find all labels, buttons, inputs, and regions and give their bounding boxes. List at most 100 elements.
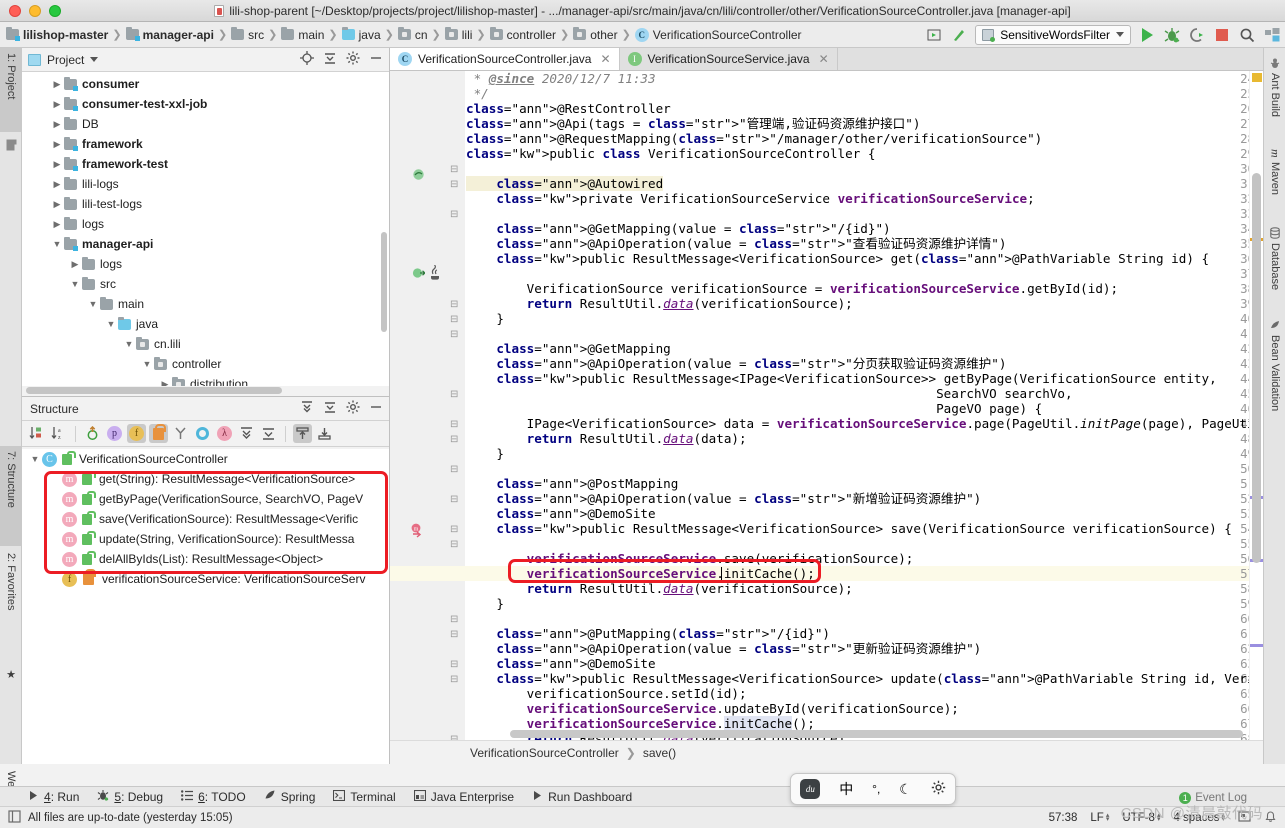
tree-item-controller[interactable]: ▼ controller (22, 354, 389, 374)
tool-window-bar[interactable]: 4: Run 5: Debug 6: TODO Spring Terminal (0, 786, 1285, 806)
project-vertical-scrollbar[interactable] (381, 232, 387, 332)
settings-icon[interactable] (346, 51, 360, 68)
collapse-all-icon[interactable] (323, 400, 337, 417)
breadcrumb-item-lili[interactable]: lili ❯ (444, 27, 490, 42)
breadcrumb-item-manager-api[interactable]: manager-api ❯ (125, 27, 232, 42)
close-icon[interactable]: ✕ (819, 52, 829, 66)
usage-marker[interactable] (1250, 644, 1264, 647)
tree-item-main[interactable]: ▼ main (22, 294, 389, 314)
sort-alphabetically-icon[interactable]: az (49, 424, 68, 443)
structure-tree[interactable]: ▼ C VerificationSourceController m get(S… (22, 449, 389, 764)
autowired-bean-gutter-icon[interactable] (412, 267, 426, 283)
run-configuration-selector[interactable]: SensitiveWordsFilter (975, 24, 1131, 45)
run-button[interactable] (1138, 26, 1156, 44)
event-log-notifier[interactable]: 1 Event Log (1179, 792, 1247, 804)
chevron-down-icon[interactable]: ▼ (50, 239, 64, 249)
tree-item-manager-api[interactable]: ▼ manager-api (22, 234, 389, 254)
git-branch-icon[interactable] (1238, 810, 1251, 826)
structure-item-update[interactable]: m update(String, VerificationSource): Re… (22, 529, 389, 549)
sidebar-item-maven[interactable]: m Maven (1264, 144, 1285, 216)
fold-marker-icon[interactable]: ⊟ (450, 209, 458, 220)
locate-icon[interactable] (300, 51, 314, 68)
fold-marker-icon[interactable]: ⊟ (450, 419, 458, 430)
run-anything-icon[interactable] (925, 26, 943, 44)
expand-all-icon[interactable] (300, 400, 314, 417)
line-separator-selector[interactable]: LF ▴ ▾ (1090, 812, 1109, 824)
tab-verificationsourceservice[interactable]: I VerificationSourceService.java ✕ (620, 48, 838, 70)
expand-all-icon[interactable] (237, 424, 256, 443)
run-with-coverage-button[interactable] (1188, 26, 1206, 44)
structure-item-get[interactable]: m get(String): ResultMessage<Verificatio… (22, 469, 389, 489)
chevron-down-icon[interactable]: ▼ (86, 299, 100, 309)
breadcrumb-item-lilishop-master[interactable]: lilishop-master ❯ (6, 27, 126, 42)
tree-item-consumer[interactable]: ▶ consumer (22, 74, 389, 94)
hide-icon[interactable] (369, 51, 383, 68)
fold-marker-icon[interactable]: ⊟ (450, 539, 458, 550)
breadcrumb-item-cn[interactable]: cn ❯ (397, 27, 445, 42)
sidebar-item-favorites[interactable]: 2: Favorites (0, 548, 22, 658)
sidebar-item-structure[interactable]: 7: Structure (0, 446, 22, 546)
tree-item-manager-logs[interactable]: ▶ logs (22, 254, 389, 274)
breadcrumb-item-other[interactable]: other ❯ (573, 27, 635, 42)
java-bean-gutter-icon[interactable] (428, 264, 442, 283)
breadcrumb-item-controller[interactable]: controller ❯ (489, 27, 574, 42)
fold-marker-icon[interactable]: ⊟ (450, 629, 458, 640)
fold-marker-icon[interactable]: ⊟ (450, 494, 458, 505)
collapse-all-icon[interactable] (323, 51, 337, 68)
code-viewport[interactable]: 24 25 26 27 28 29 30 31 32 33 34 35 36 37 38 39 40 41 42 43… (390, 71, 1263, 740)
chevron-right-icon[interactable]: ▶ (50, 119, 64, 130)
fold-marker-icon[interactable]: ⊟ (450, 659, 458, 670)
warning-marker[interactable] (1252, 73, 1262, 82)
fold-marker-icon[interactable]: ⊟ (450, 314, 458, 325)
tool-window-todo[interactable]: 6: TODO (181, 790, 246, 804)
show-inherited-icon[interactable] (83, 424, 102, 443)
status-bar-right[interactable]: 57:38 LF ▴ ▾ UTF-8 ▴ ▾ 4 spaces ▴ ▾ (1049, 810, 1277, 826)
fold-marker-icon[interactable]: ⊟ (450, 434, 458, 445)
tree-item-framework[interactable]: ▶ framework (22, 134, 389, 154)
tree-item-distribution[interactable]: ▶ distribution (22, 374, 389, 386)
tree-item-java[interactable]: ▼ java (22, 314, 389, 334)
fold-marker-icon[interactable]: ⊟ (450, 389, 458, 400)
editor-tab-bar[interactable]: C VerificationSourceController.java ✕ I … (390, 48, 1263, 71)
project-horizontal-scrollbar[interactable] (26, 387, 381, 394)
chevron-down-icon[interactable]: ▼ (68, 279, 82, 289)
baidu-logo-icon[interactable]: du (800, 779, 821, 799)
fold-marker-icon[interactable]: ⊟ (450, 674, 458, 685)
search-everywhere-icon[interactable] (1238, 26, 1256, 44)
debug-button[interactable] (1163, 26, 1181, 44)
collapse-all-icon[interactable] (259, 424, 278, 443)
breadcrumb-item-java[interactable]: java ❯ (341, 27, 398, 42)
tool-window-java-enterprise[interactable]: Java Enterprise (413, 789, 514, 804)
tree-item-cn-lili[interactable]: ▼ cn.lili (22, 334, 389, 354)
sort-by-visibility-icon[interactable] (27, 424, 46, 443)
breadcrumb-method-label[interactable]: save() (643, 746, 676, 760)
punctuation-icon[interactable]: °, (872, 782, 880, 796)
encoding-selector[interactable]: UTF-8 ▴ ▾ (1122, 812, 1160, 824)
structure-toolbar[interactable]: az p f λ (22, 421, 389, 447)
show-anonymous-classes-icon[interactable] (171, 424, 190, 443)
tab-verificationsourcecontroller[interactable]: C VerificationSourceController.java ✕ (390, 48, 620, 70)
tree-item-src[interactable]: ▼ src (22, 274, 389, 294)
chevron-down-icon[interactable]: ▼ (122, 339, 136, 349)
toolbar-actions[interactable]: SensitiveWordsFilter (925, 24, 1285, 45)
tree-item-framework-test[interactable]: ▶ framework-test (22, 154, 389, 174)
autoscroll-to-source-icon[interactable] (293, 424, 312, 443)
structure-item-class[interactable]: ▼ C VerificationSourceController (22, 449, 389, 469)
chevron-right-icon[interactable]: ▶ (50, 99, 64, 110)
chevron-down-icon[interactable]: ▼ (28, 454, 42, 464)
tool-window-run-dashboard[interactable]: Run Dashboard (532, 790, 632, 804)
fold-marker-icon[interactable]: ⊟ (450, 524, 458, 535)
editor-marker-bar[interactable] (1249, 71, 1264, 740)
input-method-bar[interactable]: du 中 °, ☾ (790, 773, 956, 805)
chevron-right-icon[interactable]: ▶ (50, 179, 64, 190)
status-bar[interactable]: All files are up-to-date (yesterday 15:0… (0, 806, 1285, 828)
tree-item-consumer-test-xxl-job[interactable]: ▶ consumer-test-xxl-job (22, 94, 389, 114)
left-tool-strip[interactable]: 1: Project 7: Structure 2: Favorites ★ W… (0, 48, 22, 827)
breadcrumb-item-class[interactable]: C VerificationSourceController (634, 27, 802, 42)
chinese-mode-icon[interactable]: 中 (839, 779, 853, 799)
autoscroll-from-source-icon[interactable] (315, 424, 334, 443)
sidebar-item-bean-validation[interactable]: Bean Validation (1264, 314, 1285, 438)
breadcrumb-item-src[interactable]: src ❯ (231, 27, 281, 42)
chevron-right-icon[interactable]: ▶ (50, 159, 64, 170)
tool-window-debug[interactable]: 5: Debug (97, 789, 163, 804)
